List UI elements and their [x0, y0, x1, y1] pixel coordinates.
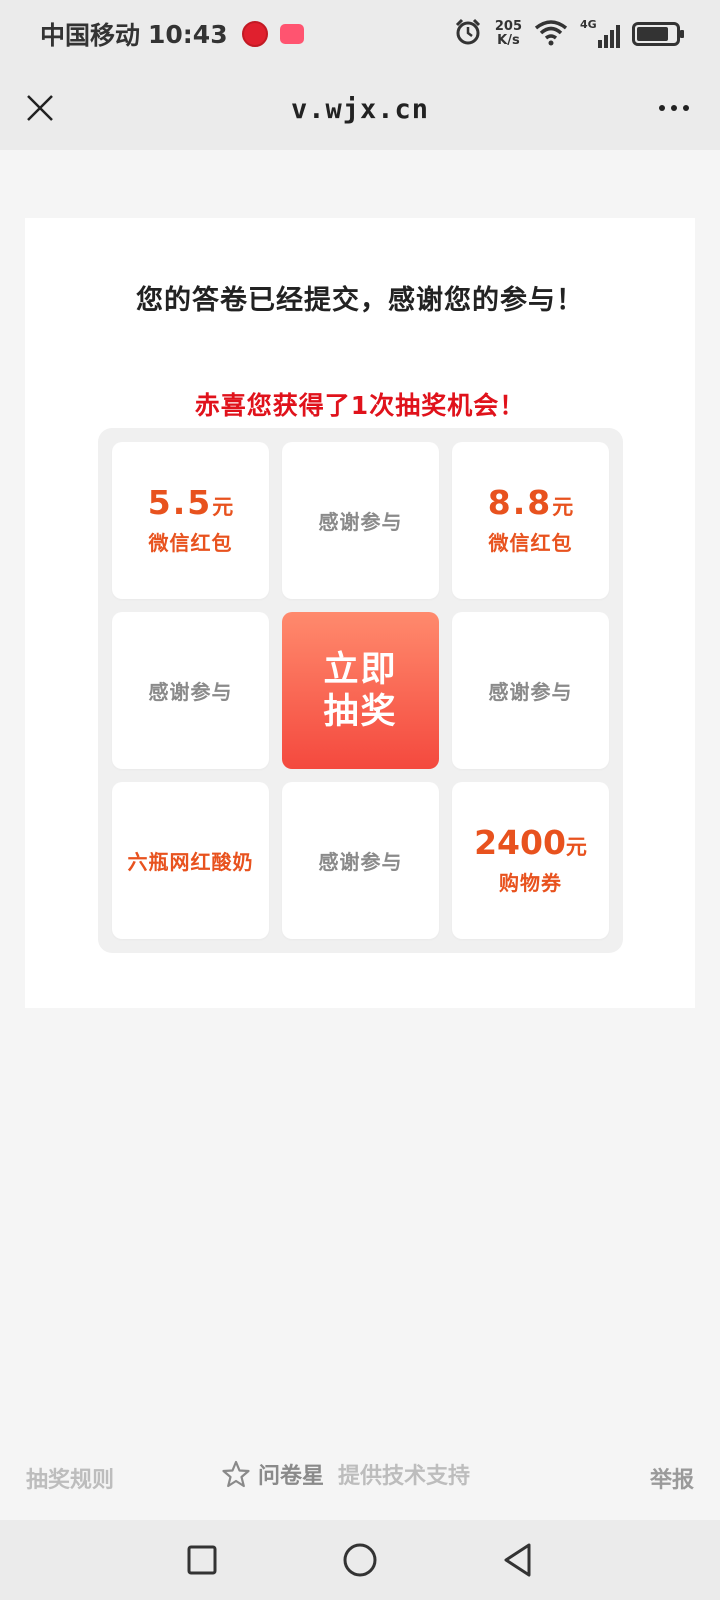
- alarm-icon: [453, 17, 483, 51]
- prize-thanks-text: 感谢参与: [318, 510, 403, 534]
- browser-nav-bar: v.wjx.cn: [0, 68, 720, 150]
- network-speed: 205 K/s: [495, 20, 522, 48]
- lottery-rules-link[interactable]: 抽奖规则: [26, 1462, 114, 1494]
- prize-amount-number: 2400: [474, 822, 566, 862]
- status-right: 205 K/s 4G: [453, 17, 684, 51]
- carrier-name: 中国移动: [40, 21, 141, 50]
- page-footer: 抽奖规则 问卷星 提供技术支持 举报: [0, 1448, 720, 1508]
- system-nav-bar: [0, 1520, 720, 1600]
- status-bar: 中国移动 10:43 205 K/s 4G: [0, 0, 720, 68]
- clock-time: 10:43: [148, 19, 228, 49]
- star-icon: [222, 1460, 250, 1488]
- result-card: 您的答卷已经提交，感谢您的参与！ 赤喜您获得了1次抽奖机会！ 5.5元 微信红包…: [25, 218, 695, 1008]
- cellular-signal-icon: 4G: [580, 18, 620, 48]
- report-link[interactable]: 举报: [650, 1462, 694, 1494]
- prize-amount-number: 5.5: [147, 482, 213, 522]
- submit-thanks-message: 您的答卷已经提交，感谢您的参与！: [136, 285, 584, 316]
- prize-cell-9: 2400元 购物券: [452, 782, 609, 939]
- app-notification-icon: [241, 21, 268, 47]
- more-dot: [671, 105, 677, 111]
- circle-icon: [343, 1543, 377, 1577]
- prize-amount: 5.5元: [147, 482, 234, 522]
- prize-amount-unit: 元: [212, 494, 234, 519]
- prize-cell-2: 感谢参与: [282, 442, 439, 599]
- back-triangle-icon: [504, 1543, 531, 1577]
- home-button[interactable]: [340, 1540, 380, 1580]
- book-notification-icon: [279, 24, 304, 44]
- prize-cell-8: 感谢参与: [282, 782, 439, 939]
- close-button[interactable]: [20, 88, 60, 128]
- prize-cell-3: 8.8元 微信红包: [452, 442, 609, 599]
- more-options-button[interactable]: [652, 88, 696, 128]
- network-type: 4G: [580, 18, 597, 31]
- prize-amount: 8.8元: [487, 482, 574, 522]
- prize-cell-1: 5.5元 微信红包: [112, 442, 269, 599]
- prize-amount-unit: 元: [552, 494, 574, 519]
- prize-thanks-text: 感谢参与: [148, 680, 233, 704]
- prize-amount-number: 8.8: [487, 482, 553, 522]
- speed-value: 205: [494, 19, 522, 34]
- lottery-grid: 5.5元 微信红包 感谢参与 8.8元 微信红包 感谢参与 立即 抽奖 感谢参与…: [98, 428, 623, 953]
- battery-icon: [632, 22, 684, 46]
- lottery-congrats-message: 赤喜您获得了1次抽奖机会！: [194, 391, 526, 420]
- prize-name: 六瓶网红酸奶: [127, 850, 254, 874]
- prize-amount: 2400元: [474, 822, 587, 862]
- close-icon: [27, 95, 53, 121]
- prize-cell-6: 感谢参与: [452, 612, 609, 769]
- prize-name: 购物券: [499, 871, 562, 896]
- brand-name: 问卷星: [258, 1464, 325, 1489]
- status-left: 中国移动 10:43: [40, 16, 304, 52]
- prize-cell-4: 感谢参与: [112, 612, 269, 769]
- prize-name: 微信红包: [488, 531, 573, 556]
- recent-apps-button[interactable]: [182, 1540, 222, 1580]
- wifi-icon: [534, 18, 568, 50]
- prize-cell-7: 六瓶网红酸奶: [112, 782, 269, 939]
- draw-button-line2: 抽奖: [323, 691, 398, 732]
- page-url-title: v.wjx.cn: [290, 93, 430, 125]
- tech-support-text: 提供技术支持: [338, 1464, 471, 1489]
- draw-now-button[interactable]: 立即 抽奖: [282, 612, 439, 769]
- prize-name: 微信红包: [148, 531, 233, 556]
- prize-thanks-text: 感谢参与: [488, 680, 573, 704]
- more-dot: [659, 105, 665, 111]
- back-button[interactable]: [498, 1540, 538, 1580]
- prize-thanks-text: 感谢参与: [318, 850, 403, 874]
- brand-credit[interactable]: 问卷星 提供技术支持: [222, 1458, 470, 1490]
- draw-button-line1: 立即: [323, 649, 398, 690]
- more-dot: [683, 105, 689, 111]
- speed-unit: K/s: [497, 33, 520, 48]
- prize-amount-unit: 元: [565, 834, 587, 859]
- square-icon: [187, 1545, 217, 1575]
